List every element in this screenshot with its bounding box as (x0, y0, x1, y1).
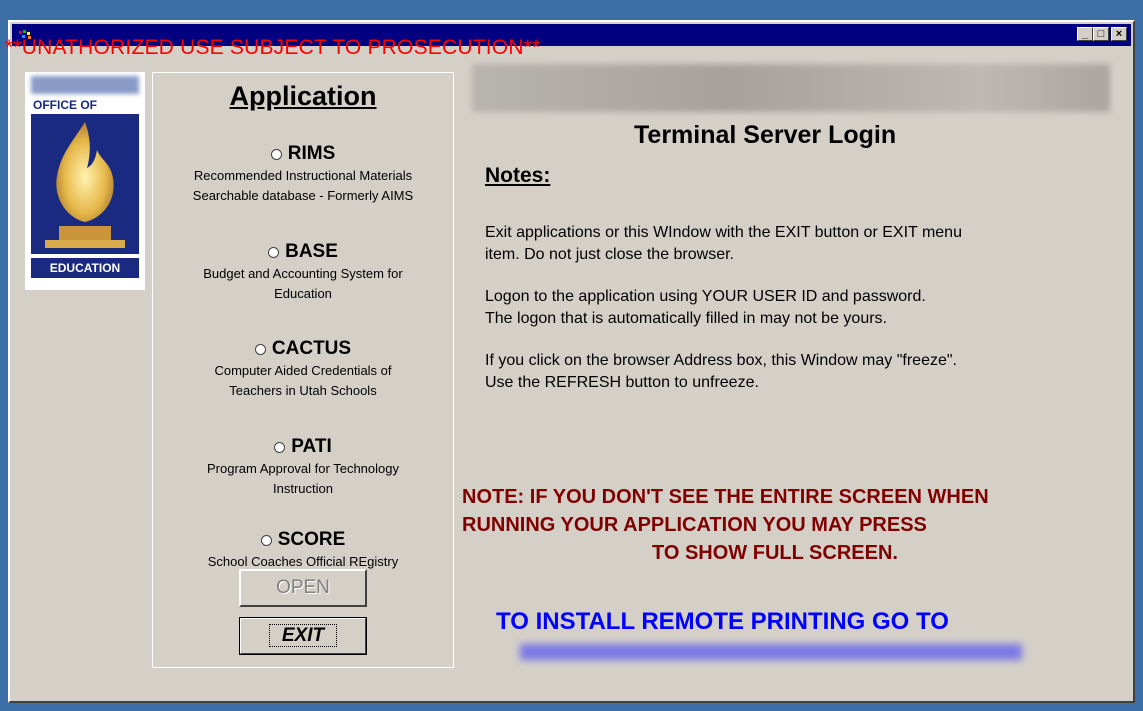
remote-printing-heading: TO INSTALL REMOTE PRINTING GO TO (496, 608, 949, 635)
logo-panel (31, 114, 139, 254)
radio-rims[interactable] (270, 148, 282, 160)
radio-pati[interactable] (274, 441, 286, 453)
close-icon: × (1115, 28, 1123, 40)
note-line: Exit applications or this WIndow with th… (485, 224, 962, 241)
option-desc: Recommended Instructional Materials (193, 168, 413, 183)
application-panel: Application RIMS Recommended Instruction… (152, 72, 454, 668)
minimize-icon: _ (1081, 28, 1089, 40)
notes-heading: Notes: (485, 164, 551, 187)
note-freeze: If you click on the browser Address box,… (485, 350, 1105, 394)
office-of-education-logo: OFFICE OF EDUCATION (25, 72, 145, 290)
note-line: item. Do not just close the browser. (485, 246, 734, 263)
option-label: SCORE (277, 529, 346, 550)
logo-blurred-header (31, 76, 139, 94)
option-cactus[interactable]: CACTUS Computer Aided Credentials of Tea… (153, 338, 453, 401)
fullscreen-note-line: RUNNING YOUR APPLICATION YOU MAY PRESS (462, 514, 927, 536)
logo-top-text: OFFICE OF (33, 98, 97, 112)
logo-bottom-text: EDUCATION (31, 258, 139, 278)
minimize-button[interactable]: _ (1077, 27, 1093, 41)
note-line: Use the REFRESH button to unfreeze. (485, 374, 759, 391)
open-button[interactable]: OPEN (239, 569, 367, 607)
note-exit: Exit applications or this WIndow with th… (485, 222, 1105, 266)
option-desc: Budget and Accounting System for (203, 266, 403, 281)
option-score[interactable]: SCORE School Coaches Official REgistry (153, 529, 453, 572)
option-desc: Teachers in Utah Schools (229, 383, 377, 398)
radio-cactus[interactable] (254, 343, 266, 355)
fullscreen-note-line: NOTE: IF YOU DON'T SEE THE ENTIRE SCREEN… (462, 486, 989, 508)
flame-icon (45, 122, 125, 248)
note-logon: Logon to the application using YOUR USER… (485, 286, 1105, 330)
fullscreen-note-line: TO SHOW FULL SCREEN. (652, 542, 898, 564)
option-label: CACTUS (271, 338, 352, 359)
exit-button[interactable]: EXIT (239, 617, 367, 655)
application-heading: Application (229, 81, 377, 111)
option-desc: Program Approval for Technology (207, 461, 399, 476)
maximize-icon: □ (1097, 28, 1105, 40)
option-desc: Instruction (273, 481, 333, 496)
option-rims[interactable]: RIMS Recommended Instructional Materials… (153, 143, 453, 206)
option-base[interactable]: BASE Budget and Accounting System for Ed… (153, 241, 453, 304)
option-pati[interactable]: PATI Program Approval for Technology Ins… (153, 436, 453, 499)
close-button[interactable]: × (1111, 27, 1127, 41)
prosecution-warning: **UNATHORIZED USE SUBJECT TO PROSECUTION… (5, 36, 541, 59)
remote-printing-link[interactable] (520, 644, 1022, 660)
maximize-button[interactable]: □ (1093, 27, 1109, 41)
option-desc: Computer Aided Credentials of (214, 363, 392, 378)
option-desc: Education (274, 286, 332, 301)
note-line: If you click on the browser Address box,… (485, 352, 957, 369)
exit-button-label: EXIT (268, 624, 338, 647)
radio-score[interactable] (260, 534, 272, 546)
option-desc: Searchable database - Formerly AIMS (192, 188, 414, 203)
option-label: RIMS (287, 143, 336, 164)
page-title: Terminal Server Login (634, 121, 897, 149)
option-label: PATI (291, 436, 332, 457)
note-line: The logon that is automatically filled i… (485, 310, 887, 327)
radio-base[interactable] (268, 246, 280, 258)
fullscreen-note: NOTE: IF YOU DON'T SEE THE ENTIRE SCREEN… (462, 483, 1122, 567)
blurred-organization-banner (472, 64, 1110, 112)
note-line: Logon to the application using YOUR USER… (485, 288, 926, 305)
option-label: BASE (285, 241, 338, 262)
